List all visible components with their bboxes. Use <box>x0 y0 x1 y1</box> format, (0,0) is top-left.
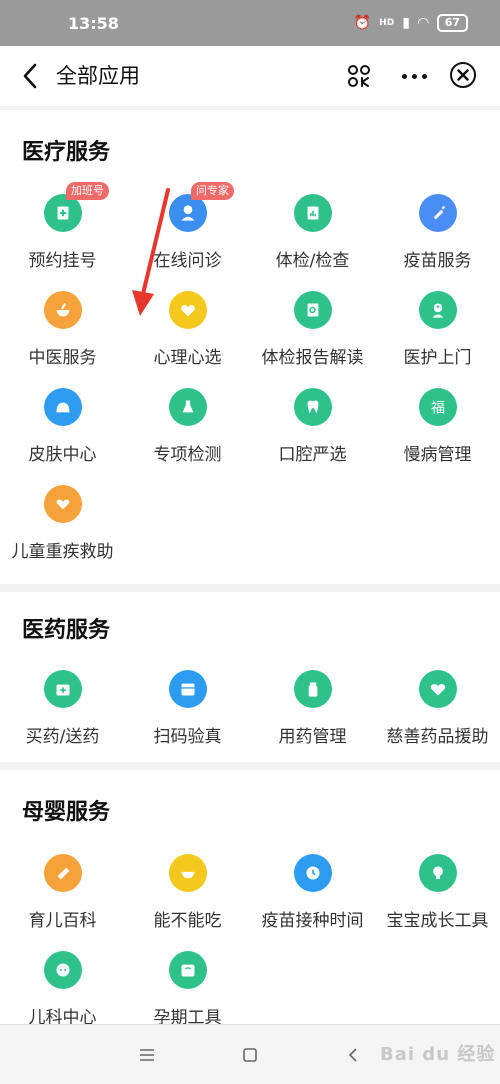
baby-face-icon <box>44 951 82 989</box>
flask-icon <box>169 388 207 426</box>
nurse-icon <box>419 291 457 329</box>
dot-icon <box>401 73 407 79</box>
report-search-icon <box>294 291 332 329</box>
app-item-label: 能不能吃 <box>153 911 222 931</box>
app-item[interactable]: 体检/检查 <box>250 194 375 291</box>
app-item-label: 买药/送药 <box>25 727 100 747</box>
app-item-label: 慈善药品援助 <box>386 727 489 747</box>
app-item[interactable]: 疫苗服务 <box>375 194 500 291</box>
app-item[interactable]: 儿童重疾救助 <box>0 485 125 582</box>
menu-icon[interactable] <box>138 1047 156 1063</box>
promo-badge: 加班号 <box>66 182 109 200</box>
app-item-label: 儿童重疾救助 <box>11 542 114 562</box>
status-time: 13:58 <box>68 13 119 33</box>
app-item-label: 口腔严选 <box>278 445 347 465</box>
app-item-label: 用药管理 <box>278 727 347 747</box>
app-item-label: 预约挂号 <box>28 251 97 271</box>
scale-icon <box>169 951 207 989</box>
app-item[interactable]: 体检报告解读 <box>250 291 375 388</box>
charity-heart-icon <box>419 670 457 708</box>
section-title: 医药服务 <box>22 618 111 643</box>
scan-button[interactable] <box>344 60 374 92</box>
status-bar: 13:58 ⏰ HD ▮ ◠ 67 <box>0 0 500 46</box>
skin-icon <box>44 388 82 426</box>
page-title: 全部应用 <box>56 64 140 88</box>
lightbulb-icon <box>419 854 457 892</box>
app-item[interactable]: 专项检测 <box>125 388 250 485</box>
scan-code-icon <box>348 65 370 87</box>
app-item[interactable]: 用药管理 <box>250 670 375 767</box>
close-button[interactable] <box>450 62 476 88</box>
app-item[interactable]: 买药/送药 <box>0 670 125 767</box>
app-item[interactable]: 慈善药品援助 <box>375 670 500 767</box>
more-button[interactable] <box>394 60 434 92</box>
watermark: Bai du 经验 <box>380 1044 496 1065</box>
back-button[interactable] <box>16 60 44 92</box>
report-chart-icon <box>294 194 332 232</box>
signal-icon: ▮ <box>402 15 410 31</box>
pill-bottle-icon <box>294 670 332 708</box>
app-item[interactable]: 能不能吃 <box>125 854 250 951</box>
section-maternal: 母婴服务 育儿百科 能不能吃 疫苗接种时间 宝宝成长工具 儿科中心 孕期工具 <box>0 770 500 1028</box>
medicine-box-icon <box>44 670 82 708</box>
app-item-label: 专项检测 <box>153 445 222 465</box>
app-item[interactable]: 医护上门 <box>375 291 500 388</box>
annotation-arrow <box>132 188 170 316</box>
alarm-icon: ⏰ <box>353 15 372 31</box>
app-item[interactable]: 皮肤中心 <box>0 388 125 485</box>
bowl-icon <box>169 854 207 892</box>
section-title: 医疗服务 <box>22 140 111 165</box>
app-item-label: 皮肤中心 <box>28 445 97 465</box>
app-item-label: 体检/检查 <box>275 251 350 271</box>
tooth-icon <box>294 388 332 426</box>
promo-badge: 问专家 <box>191 182 234 200</box>
app-item[interactable]: 疫苗接种时间 <box>250 854 375 951</box>
app-item[interactable]: 福慢病管理 <box>375 388 500 485</box>
battery-level: 67 <box>436 14 468 32</box>
close-icon <box>457 69 469 81</box>
section-medical: 医疗服务 加班号 预约挂号 问专家 在线问诊 体检/检查 疫苗服务 中医服务 心理心选 体检报告… <box>0 110 500 584</box>
app-item[interactable]: 育儿百科 <box>0 854 125 951</box>
app-item-label: 宝宝成长工具 <box>386 911 489 931</box>
chevron-left-icon <box>23 63 37 89</box>
mortar-icon <box>44 291 82 329</box>
app-item-label: 疫苗接种时间 <box>261 911 364 931</box>
dot-icon <box>421 73 427 79</box>
heart-hand-icon <box>44 485 82 523</box>
app-item[interactable]: 宝宝成长工具 <box>375 854 500 951</box>
svg-text:福: 福 <box>431 400 445 416</box>
section-title: 母婴服务 <box>22 800 111 825</box>
nav-bar: 全部应用 <box>0 46 500 106</box>
app-item-label: 体检报告解读 <box>261 348 364 368</box>
app-item-label: 医护上门 <box>403 348 472 368</box>
wifi-icon: ◠ <box>417 15 429 31</box>
app-item[interactable]: 中医服务 <box>0 291 125 388</box>
section-pharmacy: 医药服务 买药/送药 扫码验真 用药管理 慈善药品援助 <box>0 592 500 762</box>
clock-icon <box>294 854 332 892</box>
app-item-label: 疫苗服务 <box>403 251 472 271</box>
app-item-label: 中医服务 <box>28 348 97 368</box>
dot-icon <box>411 73 417 79</box>
network-label: HD <box>379 18 395 28</box>
app-item-label: 心理心选 <box>153 348 222 368</box>
syringe-icon <box>419 194 457 232</box>
fortune-icon: 福 <box>419 388 457 426</box>
back-nav-icon[interactable] <box>346 1047 360 1063</box>
book-icon <box>44 854 82 892</box>
scan-box-icon <box>169 670 207 708</box>
app-item-label: 扫码验真 <box>153 727 222 747</box>
app-item[interactable]: 口腔严选 <box>250 388 375 485</box>
app-item-label: 育儿百科 <box>28 911 97 931</box>
home-icon[interactable] <box>242 1047 258 1063</box>
app-item-label: 慢病管理 <box>403 445 472 465</box>
app-item[interactable]: 加班号预约挂号 <box>0 182 125 291</box>
app-item[interactable]: 扫码验真 <box>125 670 250 767</box>
